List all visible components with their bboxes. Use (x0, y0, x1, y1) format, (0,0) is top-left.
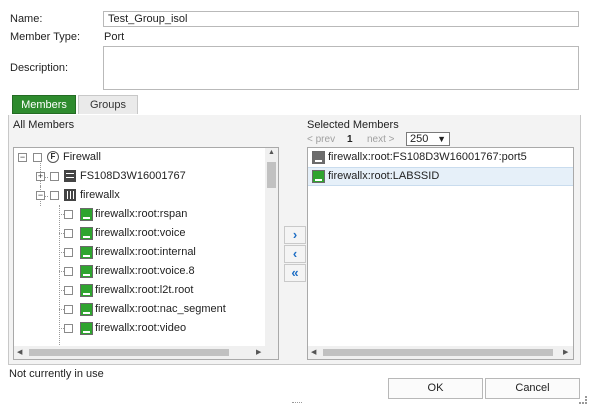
remove-all-members-button[interactable]: « (284, 264, 306, 282)
cancel-button[interactable]: Cancel (485, 378, 580, 399)
tree-node-label: firewallx:root:nac_segment (95, 303, 226, 315)
switch-port-icon (312, 151, 325, 164)
port-icon (80, 303, 93, 316)
tree-node-label: firewallx (80, 189, 120, 201)
list-horizontal-scrollbar[interactable]: ◀ ▶ (308, 346, 573, 359)
tree-node-label: firewallx:root:voice (95, 227, 186, 239)
usage-status: Not currently in use (9, 368, 104, 380)
tree-node-label: FS108D3W16001767 (80, 170, 186, 182)
chevron-right-icon: › (292, 227, 298, 242)
port-icon (80, 246, 93, 259)
port-icon (80, 208, 93, 221)
tree-checkbox[interactable] (64, 210, 73, 219)
port-icon (80, 284, 93, 297)
description-label: Description: (10, 62, 69, 74)
tree-node-label: firewallx:root:internal (95, 246, 196, 258)
tree-checkbox[interactable] (64, 267, 73, 276)
tab-members[interactable]: Members (12, 95, 76, 114)
tree-checkbox[interactable] (64, 305, 73, 314)
resize-grip-icon[interactable] (579, 396, 587, 404)
list-item[interactable]: firewallx:root:LABSSID (308, 167, 573, 186)
collapse-icon[interactable]: − (36, 191, 45, 200)
list-item-label: firewallx:root:LABSSID (328, 170, 440, 182)
scroll-thumb[interactable] (323, 349, 553, 356)
tree-node-label: firewallx:root:l2t.root (95, 284, 194, 296)
port-icon (80, 227, 93, 240)
tree-node-port[interactable]: firewallx:root:rspan (14, 205, 268, 224)
description-field[interactable] (103, 46, 579, 90)
tree-node-label: firewallx:root:voice.8 (95, 265, 195, 277)
name-field[interactable] (103, 11, 579, 27)
expand-icon[interactable]: + (36, 172, 45, 181)
scroll-right-icon[interactable]: ▶ (563, 348, 568, 356)
tree-checkbox[interactable] (64, 324, 73, 333)
tree-checkbox[interactable] (64, 229, 73, 238)
scroll-up-icon[interactable]: ▲ (268, 149, 275, 156)
tree-node-firewall[interactable]: − F Firewall (14, 148, 268, 167)
tree-node-switch[interactable]: + FS108D3W16001767 (14, 167, 268, 186)
pager-prev-link[interactable]: < prev (307, 134, 335, 145)
page-size-select[interactable]: 250 ▼ (406, 132, 450, 146)
drag-handle-icon[interactable] (292, 402, 302, 406)
tree-horizontal-scrollbar[interactable]: ◀ ▶ (14, 346, 278, 359)
list-item[interactable]: firewallx:root:FS108D3W16001767:port5 (308, 148, 573, 167)
tree-checkbox[interactable] (50, 191, 59, 200)
port-icon (80, 322, 93, 335)
port-icon (80, 265, 93, 278)
remove-member-button[interactable]: ‹ (284, 245, 306, 263)
tree-checkbox[interactable] (33, 153, 42, 162)
selected-members-title: Selected Members (307, 119, 399, 131)
name-label: Name: (10, 13, 43, 25)
scroll-thumb[interactable] (267, 162, 276, 188)
tree-checkbox[interactable] (64, 248, 73, 257)
tab-bar: Members Groups (8, 95, 581, 116)
ok-button[interactable]: OK (388, 378, 483, 399)
scroll-right-icon[interactable]: ▶ (256, 348, 261, 356)
tree-node-firewallx[interactable]: − firewallx (14, 186, 268, 205)
all-members-tree[interactable]: − F Firewall + FS108D3W16001767 − firewa… (13, 147, 279, 360)
tree-node-label: firewallx:root:rspan (95, 208, 188, 220)
tree-node-port[interactable]: firewallx:root:l2t.root (14, 281, 268, 300)
tree-node-label: Firewall (63, 151, 101, 163)
collapse-icon[interactable]: − (18, 153, 27, 162)
fortigate-icon (64, 189, 76, 201)
tree-node-port[interactable]: firewallx:root:video (14, 319, 268, 338)
member-type-value: Port (104, 31, 125, 43)
chevron-left-icon: ‹ (292, 246, 298, 261)
scroll-thumb[interactable] (29, 349, 229, 356)
tree-vertical-scrollbar[interactable]: ▲ (265, 148, 278, 347)
member-type-label: Member Type: (10, 31, 81, 43)
pager-page-number: 1 (347, 134, 353, 145)
pager-next-link[interactable]: next > (367, 134, 395, 145)
scroll-left-icon[interactable]: ◀ (17, 348, 22, 356)
add-member-button[interactable]: › (284, 226, 306, 244)
switch-icon (64, 170, 76, 182)
port-icon (312, 170, 325, 183)
tab-groups[interactable]: Groups (78, 95, 138, 114)
list-item-label: firewallx:root:FS108D3W16001767:port5 (328, 151, 527, 163)
tree-checkbox[interactable] (64, 286, 73, 295)
tree-node-port[interactable]: firewallx:root:voice (14, 224, 268, 243)
tree-node-port[interactable]: firewallx:root:internal (14, 243, 268, 262)
scroll-left-icon[interactable]: ◀ (311, 348, 316, 356)
tree-node-port[interactable]: firewallx:root:nac_segment (14, 300, 268, 319)
tree-node-label: firewallx:root:video (95, 322, 187, 334)
page-size-value: 250 (410, 133, 429, 145)
selected-members-list[interactable]: firewallx:root:FS108D3W16001767:port5 fi… (307, 147, 574, 360)
firewall-folder-icon: F (47, 151, 59, 163)
tree-checkbox[interactable] (50, 172, 59, 181)
tree-node-port[interactable]: firewallx:root:voice.8 (14, 262, 268, 281)
double-chevron-left-icon: « (291, 265, 299, 280)
chevron-down-icon: ▼ (437, 134, 446, 144)
all-members-title: All Members (13, 119, 75, 131)
